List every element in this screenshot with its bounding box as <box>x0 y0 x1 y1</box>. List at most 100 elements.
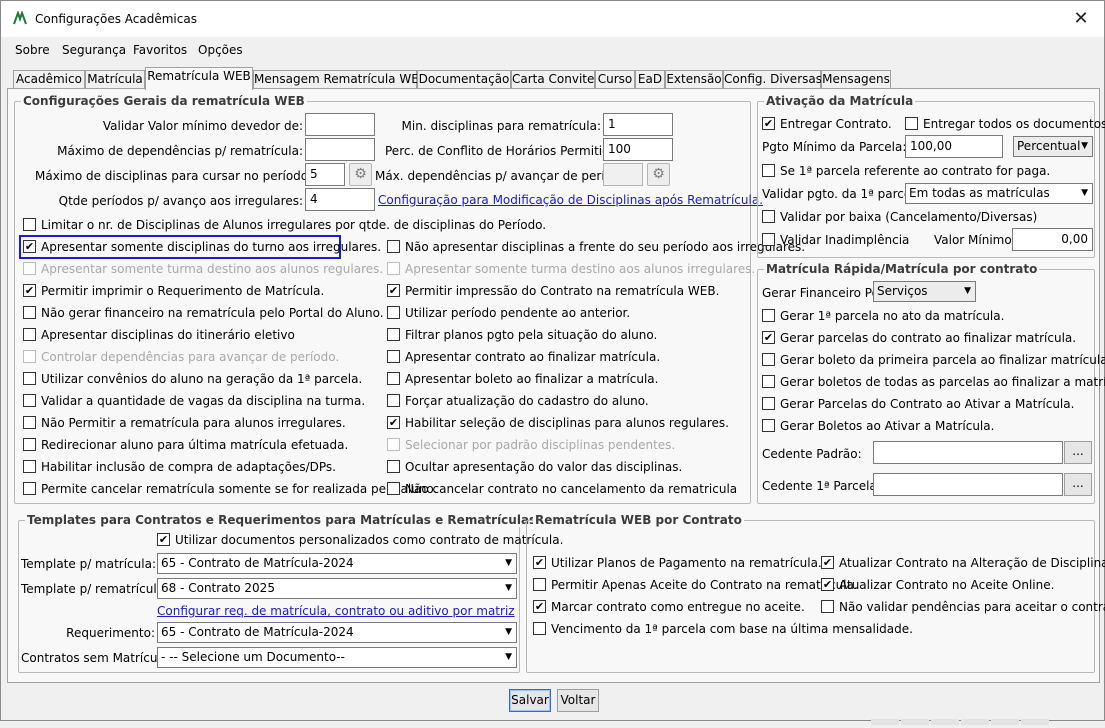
checkbox-box: ✔ <box>23 240 36 253</box>
general-right-checkbox-8-label: Habilitar seleção de disciplinas para al… <box>405 416 729 430</box>
menu-favoritos[interactable]: Favoritos <box>133 43 187 57</box>
requerimento-select[interactable]: 65 - Contrato de Matrícula-2024 ▼ <box>157 622 517 643</box>
general-right-checkbox-9-label: Selecionar por padrão disciplinas penden… <box>405 438 676 452</box>
requerimento-label: Requerimento: <box>66 626 155 640</box>
cedente-parcela-input[interactable] <box>873 473 1063 496</box>
ativacao-title: Ativação da Matrícula <box>764 94 916 108</box>
close-icon[interactable]: ✕ <box>1064 5 1098 33</box>
max-dep-avancar-label: Máx. dependências p/ avançar de período: <box>375 169 632 183</box>
window-title: Configurações Acadêmicas <box>35 12 197 26</box>
general-left-checkbox-0-label: Apresentar somente disciplinas do turno … <box>41 240 382 254</box>
checkbox-box <box>387 328 400 341</box>
app-logo-icon <box>13 11 27 25</box>
ativacao-group: Ativação da Matrícula ✔ Entregar Contrat… <box>757 94 1105 258</box>
general-left-checkbox-2-label: Permitir imprimir o Requerimento de Matr… <box>41 284 325 298</box>
general-left-checkbox-5-label: Controlar dependências para avançar de p… <box>41 350 340 364</box>
utilizar-docs-label: Utilizar documentos personalizados como … <box>175 533 564 547</box>
checkbox-box: ✔ <box>533 556 546 569</box>
valor-minimo-input[interactable] <box>305 113 375 136</box>
perc-conflito-input[interactable]: 100 <box>603 138 673 161</box>
min-disciplinas-input[interactable]: 1 <box>603 113 673 136</box>
voltar-button[interactable]: Voltar <box>557 689 599 712</box>
max-disciplinas-input[interactable]: 5 <box>305 163 345 186</box>
tab-config-diversas[interactable]: Config. Diversas <box>723 70 822 89</box>
general-right-checkbox-1-label: Apresentar somente turma destino aos alu… <box>405 262 756 276</box>
status-panel <box>991 719 1019 725</box>
salvar-button[interactable]: Salvar <box>509 689 551 712</box>
max-dep-avancar-input[interactable] <box>603 163 643 186</box>
entregar-contrato-label: Entregar Contrato. <box>780 117 892 131</box>
checkbox-box <box>23 372 36 385</box>
template-rematricula-select[interactable]: 68 - Contrato 2025 ▼ <box>157 578 517 599</box>
checkbox-box <box>533 578 546 591</box>
max-disciplinas-gear-icon[interactable]: ⚙ <box>349 163 372 186</box>
pgto-tipo-select[interactable]: Percentual ▼ <box>1013 136 1093 157</box>
checkbox-box <box>762 419 775 432</box>
sem-matricula-select[interactable]: - -- Selecione um Documento-- ▼ <box>157 647 517 668</box>
tab-documentacao[interactable]: Documentação <box>417 70 511 89</box>
config-req-link[interactable]: Configurar req. de matrícula, contrato o… <box>157 604 515 618</box>
checkbox-box <box>23 328 36 341</box>
checkbox-box <box>387 482 400 495</box>
tab-academico[interactable]: Acadêmico <box>13 70 85 89</box>
general-right-checkbox-10-label: Ocultar apresentação do valor das discip… <box>405 460 683 474</box>
gerar-financeiro-label: Gerar Financeiro Por: <box>762 286 888 300</box>
gerar-financeiro-select[interactable]: Serviços ▼ <box>873 281 976 302</box>
general-left-checkbox-1-label: Apresentar somente turma destino aos alu… <box>41 262 384 276</box>
chevron-down-icon: ▼ <box>1081 141 1088 151</box>
config-modificacao-link[interactable]: Configuração para Modificação de Discipl… <box>378 193 763 207</box>
checkbox-box: ✔ <box>23 284 36 297</box>
qtde-periodos-input[interactable]: 4 <box>305 188 375 211</box>
tab-matricula[interactable]: Matrícula <box>85 70 145 89</box>
chevron-down-icon: ▼ <box>505 558 512 568</box>
tab-extensao[interactable]: Extensão <box>665 70 723 89</box>
general-config-group: Configurações Gerais da rematrícula WEB … <box>14 94 805 504</box>
cedente-parcela-button[interactable]: ... <box>1064 473 1092 496</box>
valor-minimo-ativ-input[interactable]: 0,00 <box>1012 228 1093 251</box>
checkbox-box <box>762 375 775 388</box>
min-disciplinas-label: Min. disciplinas para rematrícula: <box>401 119 601 133</box>
chevron-down-icon: ▼ <box>1081 188 1088 198</box>
tab-curso[interactable]: Curso <box>595 70 635 89</box>
tab-rematricula-web[interactable]: Rematrícula WEB <box>145 67 253 90</box>
cedente-padrao-input[interactable] <box>873 441 1063 464</box>
limitar-label: Limitar o nr. de Disciplinas de Alunos i… <box>41 218 547 232</box>
template-matricula-select[interactable]: 65 - Contrato de Matrícula-2024 ▼ <box>157 553 517 574</box>
pgto-minimo-input[interactable]: 100,00 <box>905 135 1003 158</box>
checkbox-box <box>23 306 36 319</box>
tab-carta-convite[interactable]: Carta Convite <box>511 70 595 89</box>
web-contrato-title: Rematrícula WEB por Contrato <box>533 513 744 527</box>
tab-mensagem-rematricula-web[interactable]: Mensagem Rematrícula WEB <box>253 70 427 89</box>
sem-matricula-label: Contratos sem Matrícula: <box>21 651 173 665</box>
cedente-padrao-label: Cedente Padrão: <box>762 447 862 461</box>
max-dep-avancar-gear-icon[interactable]: ⚙ <box>647 163 670 186</box>
status-panel <box>961 719 989 725</box>
template-rematricula-label: Template p/ rematrícula: <box>21 582 169 596</box>
menu-opcoes[interactable]: Opções <box>198 43 243 57</box>
checkbox-box <box>762 210 775 223</box>
max-dependencias-input[interactable] <box>305 138 375 161</box>
checkbox-box <box>762 309 775 322</box>
general-left-checkbox-6-label: Utilizar convênios do aluno na geração d… <box>41 372 363 386</box>
cedente-padrao-button[interactable]: ... <box>1064 441 1092 464</box>
templates-title: Templates para Contratos e Requerimentos… <box>25 513 539 527</box>
validar-baixa-label: Validar por baixa (Cancelamento/Diversas… <box>780 210 1038 224</box>
menu-seguranca[interactable]: Segurança <box>62 43 126 57</box>
perc-conflito-label: Perc. de Conflito de Horários Permitido: <box>385 144 622 158</box>
general-right-checkbox-5-label: Apresentar contrato ao finalizar matrícu… <box>405 350 661 364</box>
checkbox-box: ✔ <box>762 331 775 344</box>
tab-ead[interactable]: EaD <box>635 70 665 89</box>
requerimento-value: 65 - Contrato de Matrícula-2024 <box>161 625 354 639</box>
general-left-checkbox-9-label: Redirecionar aluno para última matrícula… <box>41 438 349 452</box>
checkbox-box <box>23 416 36 429</box>
validar-pgto-select[interactable]: Em todas as matrículas ▼ <box>905 183 1093 204</box>
web-left-checkbox-2-label: Marcar contrato como entregue no aceite. <box>551 600 805 614</box>
status-panel <box>1021 719 1049 725</box>
cedente-parcela-label: Cedente 1ª Parcela: <box>762 479 881 493</box>
status-panel <box>931 719 959 725</box>
general-left-checkbox-11-label: Permite cancelar rematrícula somente se … <box>41 482 438 496</box>
validar-pgto-label: Validar pgto. da 1ª parcela: <box>762 187 926 201</box>
tab-mensagens[interactable]: Mensagens <box>821 70 891 89</box>
menu-sobre[interactable]: Sobre <box>15 43 50 57</box>
pgto-tipo-value: Percentual <box>1017 139 1081 153</box>
